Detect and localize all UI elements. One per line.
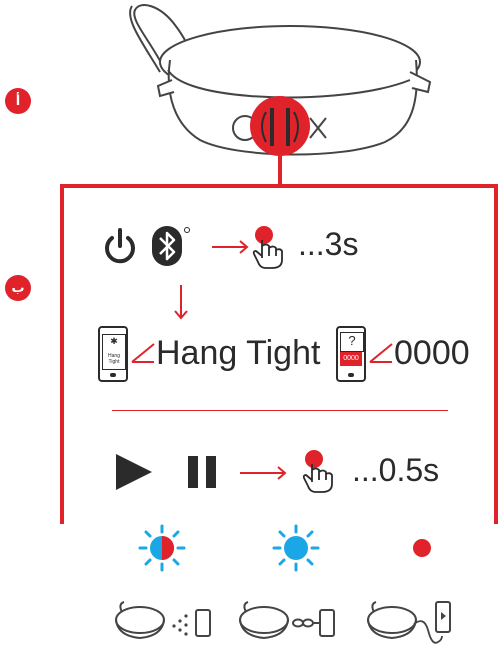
speaker-wireless-pairing-icon [115, 601, 211, 640]
bluetooth-icon [152, 226, 190, 266]
phone-pin: ? 0000 [336, 326, 366, 382]
play-icon [116, 454, 152, 490]
speaker-charging-icon [367, 601, 451, 644]
arrow-right-icon [212, 240, 249, 254]
led-blinking-blue-red-icon [138, 524, 186, 572]
phone-hang-tight: ✱ Hang Tight [98, 326, 128, 382]
led-solid-blue-icon [272, 524, 320, 572]
marker-a: أ [5, 88, 31, 114]
speaker-connected-icon [239, 601, 335, 640]
pin-code: 0000 [394, 334, 470, 372]
section-divider [112, 410, 448, 411]
press-hand-icon [252, 226, 283, 269]
pause-icon [188, 456, 216, 488]
phone-screen-text: Hang Tight [108, 353, 120, 365]
phone-pin-code: 0000 [340, 352, 362, 366]
arrow-down-icon [174, 285, 188, 320]
frame-top [60, 184, 498, 188]
frame-right [494, 184, 498, 524]
phone-pin-question: ? [340, 332, 364, 352]
hang-tight-status: Hang Tight [156, 334, 321, 372]
marker-b: ب [5, 275, 31, 301]
led-solid-red-icon [413, 539, 431, 557]
red-check-icon-2 [369, 343, 393, 363]
pairing-hold-time: ...3s [298, 226, 359, 262]
speaker-illustration [129, 4, 432, 188]
red-check-icon [131, 343, 155, 363]
playback-hold-time: ...0.5s [352, 452, 440, 488]
arrow-right-icon-2 [240, 466, 287, 480]
bluetooth-small-icon: ✱ [110, 336, 118, 346]
power-icon [105, 228, 135, 264]
press-hand-icon-2 [302, 450, 333, 493]
frame-left [60, 184, 64, 524]
